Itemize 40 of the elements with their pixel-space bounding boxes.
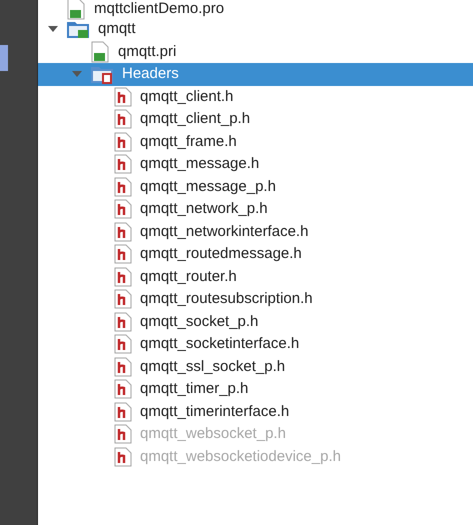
- header-file-icon: [114, 154, 132, 174]
- header-file-icon: [114, 199, 132, 220]
- tree-item[interactable]: qmqtt_routesubscription.h: [38, 288, 473, 310]
- tree-item[interactable]: qmqtt: [38, 18, 473, 40]
- header-file-icon: [114, 446, 132, 467]
- header-file-icon: [114, 402, 132, 422]
- tree-item[interactable]: qmqtt_ssl_socket_p.h: [38, 356, 473, 378]
- header-file-icon: [114, 86, 132, 107]
- tree-item[interactable]: mqttclientDemo.pro: [38, 0, 473, 18]
- tree-item[interactable]: qmqtt_message_p.h: [38, 176, 473, 198]
- header-file-icon: [114, 244, 132, 264]
- tree-item[interactable]: qmqtt_network_p.h: [38, 198, 473, 220]
- tree-item[interactable]: qmqtt_timer_p.h: [38, 378, 473, 400]
- file-icon: [90, 40, 110, 63]
- header-file-icon: [114, 289, 132, 310]
- tree-item[interactable]: qmqtt_socket_p.h: [38, 310, 473, 333]
- header-file-icon: [114, 334, 132, 354]
- header-file-icon: [114, 132, 132, 152]
- header-file-icon: [114, 222, 132, 242]
- tree-item[interactable]: qmqtt_client_p.h: [38, 108, 473, 130]
- header-file-icon: [114, 312, 132, 332]
- header-file-icon: [114, 176, 132, 197]
- tree-item[interactable]: qmqtt_message.h: [38, 153, 473, 176]
- tree-item[interactable]: Headers: [38, 63, 473, 86]
- tree-item[interactable]: qmqtt_routedmessage.h: [38, 243, 473, 266]
- folder-icon: [90, 64, 114, 84]
- header-file-icon: [114, 109, 132, 130]
- tree-item[interactable]: qmqtt_socketinterface.h: [38, 333, 473, 356]
- header-file-icon: [114, 356, 132, 377]
- tree-item[interactable]: qmqtt_timerinterface.h: [38, 400, 473, 423]
- header-file-icon: [114, 379, 132, 400]
- header-file-icon: [114, 266, 132, 287]
- tree-item[interactable]: qmqtt_router.h: [38, 266, 473, 288]
- folder-icon: [66, 19, 90, 40]
- tree-item[interactable]: qmqtt_client.h: [38, 86, 473, 108]
- tree-item[interactable]: qmqtt_networkinterface.h: [38, 220, 473, 243]
- tree-item[interactable]: qmqtt.pri: [38, 40, 473, 63]
- expand-arrow-icon[interactable]: [48, 25, 58, 34]
- header-file-icon: [114, 424, 132, 444]
- tree-item[interactable]: qmqtt_frame.h: [38, 130, 473, 153]
